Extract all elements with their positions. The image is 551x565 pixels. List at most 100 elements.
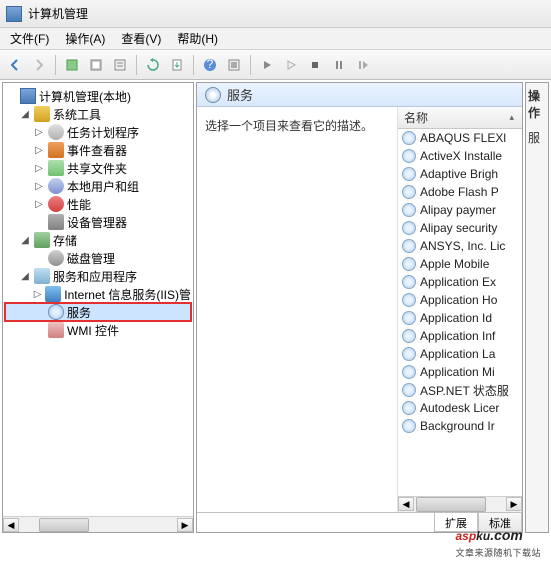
app-icon bbox=[6, 6, 22, 22]
gear-icon bbox=[402, 167, 416, 181]
gear-icon bbox=[205, 87, 221, 103]
service-name: ActiveX Installe bbox=[420, 149, 502, 163]
svg-text:?: ? bbox=[207, 58, 214, 71]
tool-button-1[interactable] bbox=[61, 54, 83, 76]
tool-button-3[interactable] bbox=[109, 54, 131, 76]
service-row[interactable]: Autodesk Licer bbox=[398, 399, 522, 417]
service-row[interactable]: Application Ex bbox=[398, 273, 522, 291]
tool-button-2[interactable] bbox=[85, 54, 107, 76]
gear-icon bbox=[402, 383, 416, 397]
tree-performance[interactable]: ▷性能 bbox=[5, 195, 191, 213]
service-row[interactable]: ANSYS, Inc. Lic bbox=[398, 237, 522, 255]
gear-icon bbox=[402, 239, 416, 253]
gear-icon bbox=[402, 311, 416, 325]
tree-device-manager[interactable]: 设备管理器 bbox=[5, 213, 191, 231]
service-row[interactable]: Alipay paymer bbox=[398, 201, 522, 219]
watermark-text: asp bbox=[455, 529, 476, 543]
services-pane: 服务 选择一个项目来查看它的描述。 名称 ▴ ABAQUS FLEXlActiv… bbox=[196, 82, 523, 533]
service-row[interactable]: ActiveX Installe bbox=[398, 147, 522, 165]
sort-arrow-icon: ▴ bbox=[509, 112, 514, 123]
scroll-thumb[interactable] bbox=[416, 497, 486, 512]
storage-icon bbox=[34, 232, 50, 248]
scroll-left-button[interactable]: ◀ bbox=[398, 497, 414, 511]
tree-shared-folders[interactable]: ▷共享文件夹 bbox=[5, 159, 191, 177]
service-name: ABAQUS FLEXl bbox=[420, 131, 506, 145]
gear-icon bbox=[402, 293, 416, 307]
help-button[interactable]: ? bbox=[199, 54, 221, 76]
scroll-left-button[interactable]: ◀ bbox=[3, 518, 19, 532]
refresh-button[interactable] bbox=[142, 54, 164, 76]
wmi-icon bbox=[48, 322, 64, 338]
tree-hscrollbar[interactable]: ◀ ▶ bbox=[3, 516, 193, 532]
tree-system-tools[interactable]: ◢系统工具 bbox=[5, 105, 191, 123]
service-name: Application Id bbox=[420, 311, 492, 325]
service-row[interactable]: Alipay security bbox=[398, 219, 522, 237]
scroll-track[interactable] bbox=[414, 497, 506, 512]
tree-services[interactable]: 服务 bbox=[5, 303, 191, 321]
tree-event-viewer[interactable]: ▷事件查看器 bbox=[5, 141, 191, 159]
tree-task-scheduler[interactable]: ▷任务计划程序 bbox=[5, 123, 191, 141]
tree-label: 设备管理器 bbox=[67, 214, 127, 231]
tree-root[interactable]: 计算机管理(本地) bbox=[5, 87, 191, 105]
pause-button[interactable] bbox=[328, 54, 350, 76]
list-hscrollbar[interactable]: ◀ ▶ bbox=[398, 496, 522, 512]
service-row[interactable]: Application Id bbox=[398, 309, 522, 327]
service-row[interactable]: Apple Mobile bbox=[398, 255, 522, 273]
tree-label: 存储 bbox=[53, 232, 77, 249]
column-header-name[interactable]: 名称 ▴ bbox=[398, 107, 522, 129]
play-button[interactable] bbox=[256, 54, 278, 76]
scroll-track[interactable] bbox=[19, 518, 177, 532]
tree-iis[interactable]: ▷Internet 信息服务(IIS)管 bbox=[5, 285, 191, 303]
restart-button[interactable] bbox=[352, 54, 374, 76]
service-row[interactable]: ASP.NET 状态服 bbox=[398, 381, 522, 399]
service-row[interactable]: Adaptive Brigh bbox=[398, 165, 522, 183]
tree-local-users[interactable]: ▷本地用户和组 bbox=[5, 177, 191, 195]
export-button[interactable] bbox=[166, 54, 188, 76]
service-row[interactable]: Application Inf bbox=[398, 327, 522, 345]
service-row[interactable]: Background Ir bbox=[398, 417, 522, 435]
gear-icon bbox=[402, 419, 416, 433]
tree-label: 服务和应用程序 bbox=[53, 268, 137, 285]
actions-item[interactable]: 服 bbox=[528, 127, 546, 148]
service-name: Apple Mobile bbox=[420, 257, 489, 271]
play2-button[interactable] bbox=[280, 54, 302, 76]
gear-icon bbox=[402, 221, 416, 235]
stop-button[interactable] bbox=[304, 54, 326, 76]
forward-button[interactable] bbox=[28, 54, 50, 76]
watermark-logo: aspku.com 文章来源随机下载站 bbox=[455, 520, 541, 559]
menu-view[interactable]: 查看(V) bbox=[115, 28, 167, 49]
gear-icon bbox=[402, 347, 416, 361]
scroll-right-button[interactable]: ▶ bbox=[506, 497, 522, 511]
computer-icon bbox=[20, 88, 36, 104]
apps-icon bbox=[34, 268, 50, 284]
tree-wmi[interactable]: WMI 控件 bbox=[5, 321, 191, 339]
tree-label: 共享文件夹 bbox=[67, 160, 127, 177]
service-name: Application Ex bbox=[420, 275, 496, 289]
tree[interactable]: 计算机管理(本地) ◢系统工具 ▷任务计划程序 ▷事件查看器 ▷共享文件夹 ▷本… bbox=[3, 83, 193, 516]
service-name: Application Inf bbox=[420, 329, 495, 343]
disk-icon bbox=[48, 250, 64, 266]
tree-storage[interactable]: ◢存储 bbox=[5, 231, 191, 249]
service-row[interactable]: ABAQUS FLEXl bbox=[398, 129, 522, 147]
scroll-right-button[interactable]: ▶ bbox=[177, 518, 193, 532]
scroll-thumb[interactable] bbox=[39, 518, 89, 532]
services-list-body[interactable]: ABAQUS FLEXl ActiveX Installe Adaptive Bri… bbox=[398, 129, 522, 496]
service-row[interactable]: Adobe Flash P bbox=[398, 183, 522, 201]
watermark-text: ku bbox=[476, 529, 490, 543]
service-name: Application La bbox=[420, 347, 495, 361]
menu-help[interactable]: 帮助(H) bbox=[171, 28, 224, 49]
service-row[interactable]: Application Ho bbox=[398, 291, 522, 309]
properties-button[interactable] bbox=[223, 54, 245, 76]
service-name: Alipay security bbox=[420, 221, 497, 235]
tree-disk-management[interactable]: 磁盘管理 bbox=[5, 249, 191, 267]
back-button[interactable] bbox=[4, 54, 26, 76]
iis-icon bbox=[45, 286, 61, 302]
pane-title: 服务 bbox=[227, 85, 253, 104]
service-row[interactable]: Application Mi bbox=[398, 363, 522, 381]
menu-file[interactable]: 文件(F) bbox=[4, 28, 55, 49]
service-row[interactable]: Application La bbox=[398, 345, 522, 363]
menu-action[interactable]: 操作(A) bbox=[59, 28, 111, 49]
window-title: 计算机管理 bbox=[28, 5, 88, 22]
gear-icon bbox=[48, 304, 64, 320]
tree-services-apps[interactable]: ◢服务和应用程序 bbox=[5, 267, 191, 285]
